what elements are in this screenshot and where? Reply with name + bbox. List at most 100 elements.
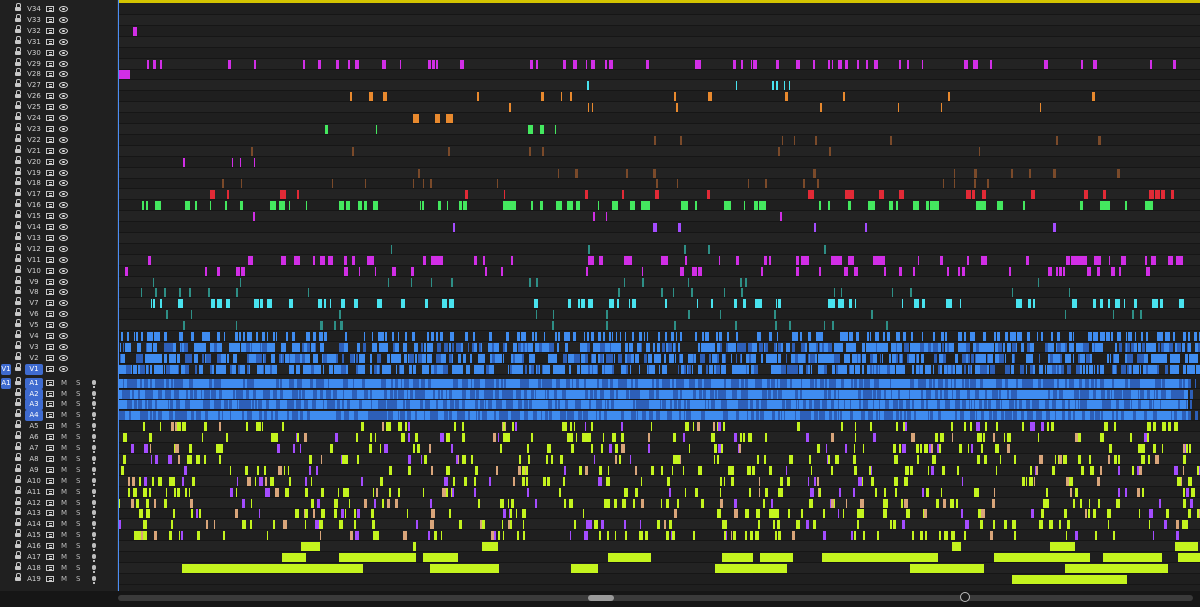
timeline-clip[interactable] bbox=[570, 433, 574, 443]
timeline-clip[interactable] bbox=[461, 520, 463, 530]
timeline-clip[interactable] bbox=[564, 342, 568, 352]
track-label[interactable]: A7 bbox=[25, 443, 43, 454]
timeline-clip[interactable] bbox=[1029, 422, 1034, 432]
timeline-clip[interactable] bbox=[165, 487, 167, 497]
timeline-clip[interactable] bbox=[869, 389, 872, 399]
timeline-clip[interactable] bbox=[549, 411, 551, 421]
timeline-clip[interactable] bbox=[685, 255, 688, 265]
timeline-clip[interactable] bbox=[312, 332, 315, 341]
timeline-clip[interactable] bbox=[509, 103, 511, 113]
timeline-clip[interactable] bbox=[153, 411, 156, 421]
timeline-clip[interactable] bbox=[210, 190, 215, 200]
timeline-clip[interactable] bbox=[118, 70, 130, 80]
timeline-clip[interactable] bbox=[1166, 520, 1168, 530]
timeline-clip[interactable] bbox=[184, 411, 187, 421]
lock-icon[interactable] bbox=[15, 144, 21, 154]
timeline-clip[interactable] bbox=[419, 201, 421, 211]
timeline-clip[interactable] bbox=[380, 332, 382, 341]
timeline-clip[interactable] bbox=[154, 498, 156, 508]
timeline-clip[interactable] bbox=[207, 389, 209, 399]
timeline-clip[interactable] bbox=[887, 332, 890, 341]
timeline-clip[interactable] bbox=[615, 444, 618, 453]
timeline-clip[interactable] bbox=[370, 509, 374, 519]
timeline-clip[interactable] bbox=[221, 411, 224, 421]
timeline-clip[interactable] bbox=[547, 476, 551, 486]
timeline-clip[interactable] bbox=[917, 454, 919, 464]
timeline-clip[interactable] bbox=[235, 487, 237, 497]
eye-icon[interactable] bbox=[59, 82, 68, 89]
timeline-clip[interactable] bbox=[149, 378, 152, 388]
timeline-clip[interactable] bbox=[988, 400, 992, 410]
lock-icon[interactable] bbox=[15, 24, 21, 34]
timeline-clip[interactable] bbox=[658, 364, 661, 374]
timeline-clip[interactable] bbox=[989, 59, 992, 69]
timeline-clip[interactable] bbox=[317, 59, 322, 69]
timeline-clip[interactable] bbox=[403, 411, 405, 421]
timeline-clip[interactable] bbox=[443, 364, 447, 374]
timeline-clip[interactable] bbox=[857, 353, 861, 363]
timeline-clip[interactable] bbox=[462, 353, 466, 363]
eye-icon[interactable] bbox=[59, 224, 68, 230]
timeline-clip[interactable] bbox=[356, 364, 358, 374]
timeline-clip[interactable] bbox=[948, 92, 950, 102]
solo-button[interactable]: S bbox=[76, 476, 80, 487]
timeline-clip[interactable] bbox=[621, 433, 625, 443]
timeline-clip[interactable] bbox=[963, 342, 966, 352]
timeline-clip[interactable] bbox=[408, 422, 410, 432]
timeline-clip[interactable] bbox=[501, 378, 504, 388]
timeline-clip[interactable] bbox=[498, 531, 501, 541]
timeline-clip[interactable] bbox=[264, 411, 268, 421]
timeline-clip[interactable] bbox=[296, 364, 300, 374]
timeline-clip[interactable] bbox=[329, 389, 331, 399]
timeline-clip[interactable] bbox=[155, 201, 162, 211]
timeline-clip[interactable] bbox=[423, 364, 429, 374]
timeline-clip[interactable] bbox=[1057, 353, 1060, 363]
timeline-clip[interactable] bbox=[741, 59, 743, 69]
timeline-clip[interactable] bbox=[717, 444, 722, 453]
timeline-clip[interactable] bbox=[934, 433, 938, 443]
audio-track-lane-a7[interactable] bbox=[118, 443, 1200, 454]
timeline-clip[interactable] bbox=[965, 378, 969, 388]
timeline-clip[interactable] bbox=[177, 299, 183, 309]
timeline-clip[interactable] bbox=[708, 353, 712, 363]
timeline-clip[interactable] bbox=[1068, 400, 1071, 410]
lock-icon[interactable] bbox=[15, 253, 21, 263]
timeline-clip[interactable] bbox=[828, 201, 830, 211]
timeline-clip[interactable] bbox=[863, 400, 867, 410]
timeline-clip[interactable] bbox=[1153, 422, 1157, 432]
timeline-clip[interactable] bbox=[806, 520, 810, 530]
timeline-clip[interactable] bbox=[680, 378, 682, 388]
timeline-clip[interactable] bbox=[122, 378, 125, 388]
timeline-clip[interactable] bbox=[128, 378, 132, 388]
timeline-clip[interactable] bbox=[1168, 422, 1171, 432]
timeline-clip[interactable] bbox=[747, 364, 749, 374]
timeline-clip[interactable] bbox=[628, 255, 633, 265]
timeline-clip[interactable] bbox=[720, 487, 722, 497]
timeline-clip[interactable] bbox=[1047, 498, 1050, 508]
timeline-clip[interactable] bbox=[121, 411, 125, 421]
timeline-clip[interactable] bbox=[375, 124, 378, 134]
timeline-clip[interactable] bbox=[669, 400, 672, 410]
timeline-clip[interactable] bbox=[335, 59, 339, 69]
timeline-clip[interactable] bbox=[139, 476, 141, 486]
timeline-clip[interactable] bbox=[933, 342, 938, 352]
timeline-clip[interactable] bbox=[638, 389, 641, 399]
timeline-clip[interactable] bbox=[206, 400, 211, 410]
playhead[interactable] bbox=[118, 0, 119, 591]
timeline-clip[interactable] bbox=[1012, 288, 1014, 298]
timeline-clip[interactable] bbox=[752, 465, 756, 475]
timeline-clip[interactable] bbox=[646, 342, 651, 352]
track-label[interactable]: V32 bbox=[25, 26, 43, 37]
timeline-clip[interactable] bbox=[389, 364, 392, 374]
timeline-clip[interactable] bbox=[1079, 364, 1082, 374]
timeline-clip[interactable] bbox=[944, 531, 949, 541]
timeline-clip[interactable] bbox=[730, 531, 732, 541]
timeline-clip[interactable] bbox=[1029, 378, 1033, 388]
timeline-clip[interactable] bbox=[1176, 342, 1181, 352]
timeline-clip[interactable] bbox=[789, 378, 792, 388]
timeline-clip[interactable] bbox=[389, 389, 393, 399]
timeline-clip[interactable] bbox=[259, 476, 263, 486]
timeline-clip[interactable] bbox=[796, 520, 800, 530]
timeline-clip[interactable] bbox=[431, 411, 435, 421]
timeline-clip[interactable] bbox=[236, 266, 240, 276]
